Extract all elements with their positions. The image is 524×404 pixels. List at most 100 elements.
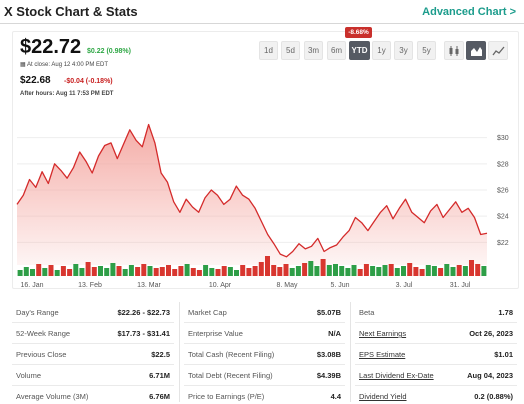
volume-bar [190,268,196,276]
volume-bar [289,268,295,276]
volume-bar [116,266,122,276]
volume-bar [17,270,23,276]
volume-bar [221,266,227,276]
y-tick-label: $26 [497,188,509,195]
stats-column: Beta 1.78 Next Earnings Oct 26, 2023 EPS Est… [355,302,517,404]
volume-bar [394,268,400,276]
stat-row: Last Dividend Ex-Date Aug 04, 2023 [355,365,517,386]
volume-bar [234,270,239,276]
stat-value: $4.39B [316,371,341,380]
volume-bar [178,266,184,276]
price-area [17,124,487,265]
volume-bar [54,270,60,276]
volume-bar [147,266,153,276]
stat-row: Market Cap $5.07B [184,302,345,323]
column-divider [350,302,351,402]
volume-bar [357,269,363,276]
stat-row: Total Cash (Recent Filing) $3.08B [184,344,345,365]
stat-row: Average Volume (3M) 6.76M [12,386,174,404]
x-tick-label: 13. Mar [137,282,161,289]
stat-value: 1.78 [498,308,513,317]
stat-row: Dividend Yield 0.2 (0.88%) [355,386,517,404]
volume-bar [308,261,314,276]
stat-label: Total Cash (Recent Filing) [188,350,275,359]
stat-value: 6.76M [149,392,170,401]
volume-bar [128,265,134,276]
stat-label: Previous Close [16,350,67,359]
stat-value: N/A [328,329,341,338]
volume-bar [401,266,406,276]
volume-bar [277,267,283,276]
volume-bar [450,267,456,276]
volume-bar [60,266,66,276]
stat-label[interactable]: Last Dividend Ex-Date [359,371,434,380]
stat-label: 52-Week Range [16,329,71,338]
price-chart[interactable]: $22 $24 $26 $28 $30 16. Jan 13. Feb 13. Mar 10. … [0,0,524,290]
stat-value: Aug 04, 2023 [467,371,513,380]
volume-bar [85,262,91,276]
volume-bar [30,269,35,276]
volume-bar [227,267,233,276]
volume-bar [481,266,487,276]
volume-bar [462,266,468,276]
stat-label: Day's Range [16,308,59,317]
y-tick-label: $22 [497,240,509,247]
stat-label: Market Cap [188,308,227,317]
stat-value: $17.73 - $31.41 [117,329,170,338]
stat-row: Previous Close $22.5 [12,344,174,365]
volume-bar [209,268,215,276]
stat-label[interactable]: Dividend Yield [359,392,407,401]
volume-bar [456,265,462,276]
stat-value: 0.2 (0.88%) [474,392,513,401]
volume-bar [122,269,128,276]
x-tick-label: 31. Jul [450,282,471,289]
stat-row: 52-Week Range $17.73 - $31.41 [12,323,174,344]
stats-column: Day's Range $22.26 - $22.73 52-Week Range $… [12,302,174,404]
volume-bar [172,269,178,276]
volume-bar [419,269,425,276]
x-tick-label: 5. Jun [330,282,349,289]
stat-row: Volume 6.71M [12,365,174,386]
volume-bar [110,263,116,276]
volume-bar [258,262,264,276]
volume-bar [413,267,419,276]
stat-label: Beta [359,308,375,317]
volume-bar [215,269,221,276]
volume-bar [252,266,258,276]
x-tick-label: 16. Jan [21,282,44,289]
volume-bar [104,268,110,276]
volume-bar [431,266,437,276]
volume-bar [425,265,431,276]
volume-bar [203,265,209,276]
volume-bar [295,266,301,276]
volume-bar [475,264,481,276]
x-tick-label: 13. Feb [78,282,102,289]
volume-bar [246,268,252,276]
volume-bar [67,269,73,276]
x-tick-label: 8. May [276,282,298,289]
stat-value: $3.08B [316,350,341,359]
volume-bar [333,264,338,276]
stat-row: EPS Estimate $1.01 [355,344,517,365]
stat-label[interactable]: Next Earnings [359,329,406,338]
volume-bar [326,265,332,276]
stat-row: Price to Earnings (P/E) 4.4 [184,386,345,404]
volume-bar [184,264,190,276]
stat-label[interactable]: EPS Estimate [359,350,405,359]
stat-value: $1.01 [494,350,513,359]
volume-bar [48,265,54,276]
volume-bar [98,266,103,276]
volume-bar [91,267,97,276]
y-tick-label: $24 [497,214,509,221]
y-tick-label: $28 [497,161,509,168]
volume-bar [407,263,413,276]
stat-label: Price to Earnings (P/E) [188,392,265,401]
stat-label: Enterprise Value [188,329,243,338]
volume-bar [166,265,171,276]
stat-value: Oct 26, 2023 [469,329,513,338]
volume-bar [339,266,345,276]
volume-bar [382,265,388,276]
stat-row: Total Debt (Recent Filing) $4.39B [184,365,345,386]
volume-bar [271,265,277,276]
stat-value: $22.26 - $22.73 [117,308,170,317]
